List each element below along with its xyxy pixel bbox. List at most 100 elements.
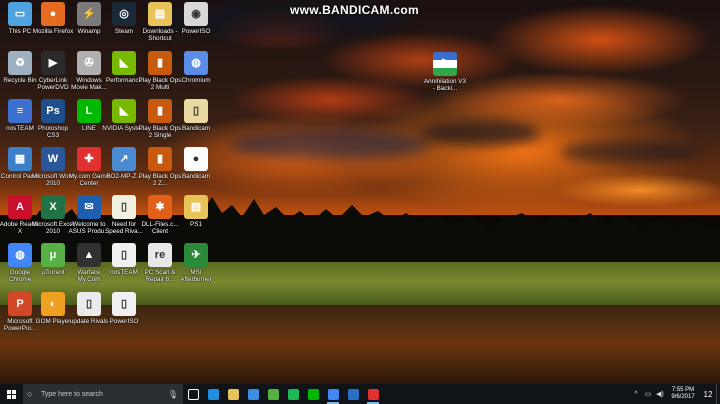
desktop-icon[interactable]: ▲ Warface My.Com — [69, 243, 109, 284]
bandicam-watermark: www.BANDICAM.com — [290, 3, 420, 17]
show-desktop-button[interactable] — [716, 384, 720, 404]
desktop-icon[interactable]: ▮ Play Black Ops 2 Multi — [139, 51, 181, 92]
taskbar-app[interactable] — [243, 384, 263, 404]
gom-icon: ◐ — [41, 292, 65, 316]
shortcut-icon: ↗ — [112, 147, 136, 171]
file-icon: ▯ — [77, 292, 101, 316]
app-icon: ≡ — [8, 99, 32, 123]
powerpoint-icon: P — [8, 292, 32, 316]
taskbar-app[interactable] — [183, 384, 203, 404]
taskbar-app[interactable] — [283, 384, 303, 404]
utorrent-icon — [267, 388, 279, 400]
desktop-icon[interactable]: ▮ Play Black Ops 2 Single — [139, 99, 181, 140]
folder-icon: ▤ — [148, 2, 172, 26]
film-icon: ✇ — [77, 51, 101, 75]
desktop-icon[interactable]: ✇ Windows Movie Mak... — [69, 51, 109, 92]
afterburner-icon: ✈ — [184, 243, 208, 267]
repair-icon: re — [148, 243, 172, 267]
action-center-icon[interactable]: 12 — [700, 390, 716, 399]
desktop-icon-label: PowerISO — [181, 28, 211, 35]
powerdvd-icon: ▶ — [41, 51, 65, 75]
taskbar: ○ Type here to search 🎙 ^ ▭ ◀) 7:55 PM 9… — [0, 384, 720, 404]
desktop-icon[interactable]: ▯ PowerISO — [104, 292, 144, 325]
search-box[interactable]: ○ Type here to search 🎙 — [23, 384, 183, 404]
clock[interactable]: 7:55 PM 9/6/2017 — [666, 387, 700, 401]
nvidia-icon: ◣ — [112, 99, 136, 123]
recycle-bin-icon: ♻ — [8, 51, 32, 75]
desktop-icon-annihilation[interactable]: ⚑ Annihilation V3 - Backi... — [423, 52, 466, 93]
taskbar-app[interactable] — [203, 384, 223, 404]
desktop-icon[interactable]: ▤ Downloads - Shortcut — [140, 2, 180, 43]
dark-cloud — [420, 120, 540, 146]
firefox-icon: ● — [41, 2, 65, 26]
desktop-icon-label: MSI Afterburner — [180, 269, 212, 284]
nvidia-icon: ◣ — [112, 51, 136, 75]
file-icon: ▯ — [184, 99, 208, 123]
desktop-icon[interactable]: ▯ Bandicam — [176, 99, 216, 132]
gamepad-icon: ✚ — [77, 147, 101, 171]
taskbar-app[interactable] — [263, 384, 283, 404]
file-icon: ▯ — [112, 195, 136, 219]
line-icon: L — [77, 99, 101, 123]
microphone-icon[interactable]: 🎙 — [168, 390, 178, 399]
clock-date: 9/6/2017 — [671, 394, 695, 400]
taskbar-app[interactable] — [363, 384, 383, 404]
file-icon: ▯ — [112, 292, 136, 316]
game-icon: ▮ — [148, 99, 172, 123]
computer-icon: ▭ — [8, 2, 32, 26]
start-button[interactable] — [0, 384, 22, 404]
utorrent-icon: μ — [41, 243, 65, 267]
desktop-icon[interactable]: ✱ DLL-Files.c... Client — [140, 195, 180, 236]
taskbar-app[interactable] — [343, 384, 363, 404]
chromium-icon: ◍ — [184, 51, 208, 75]
excel-icon: X — [41, 195, 65, 219]
edge-icon — [207, 388, 219, 400]
chrome-icon: ◍ — [8, 243, 32, 267]
taskbar-app[interactable] — [323, 384, 343, 404]
desktop-icon-label: Bandicam — [181, 173, 210, 180]
warface-icon: ▲ — [77, 243, 101, 267]
game-icon: ▮ — [148, 147, 172, 171]
desktop-icon[interactable]: ▮ Play Black Ops 2 Z... — [139, 147, 181, 188]
control-panel-icon: ▦ — [8, 147, 32, 171]
windows-logo-icon — [6, 389, 16, 399]
task-view-icon — [187, 388, 199, 400]
bandicam-icon — [367, 388, 379, 400]
notification-count: 12 — [703, 389, 713, 399]
taskbar-app[interactable] — [223, 384, 243, 404]
desktop-icon-label: Bandicam — [181, 125, 210, 132]
photoshop-icon: Ps — [41, 99, 65, 123]
desktop-icon[interactable]: ◍ Chromium — [176, 51, 216, 84]
network-icon[interactable]: ▭ — [643, 390, 653, 398]
chrome-icon — [327, 388, 339, 400]
desktop-icon-label: PS1 — [190, 221, 202, 228]
desktop-icon[interactable]: ◉ PowerISO — [176, 2, 216, 35]
system-tray: ^ ▭ ◀) 7:55 PM 9/6/2017 12 — [630, 384, 720, 404]
game-icon: ▮ — [148, 51, 172, 75]
desktop-icon[interactable]: ● Bandicam — [176, 147, 216, 180]
desktop-icon[interactable]: ✚ My.com Game Center — [69, 147, 109, 188]
spotify-icon — [287, 388, 299, 400]
app-icon — [347, 388, 359, 400]
store-icon — [247, 388, 259, 400]
taskbar-app[interactable] — [303, 384, 323, 404]
record-icon: ● — [184, 147, 208, 171]
search-placeholder: Type here to search — [41, 390, 103, 398]
tray-chevron-icon[interactable]: ^ — [631, 391, 641, 398]
desktop-icon-label: Chromium — [181, 77, 211, 84]
desktop-icon-label: Annihilation V3 - Backi... — [423, 78, 466, 93]
dark-cloud — [560, 140, 700, 164]
volume-icon[interactable]: ◀) — [655, 390, 665, 398]
desktop-icon[interactable]: ✈ MSI Afterburner — [176, 243, 216, 284]
word-icon: W — [41, 147, 65, 171]
file-explorer-icon — [227, 388, 239, 400]
clock-time: 7:55 PM — [671, 387, 695, 393]
taskbar-apps — [183, 384, 383, 404]
gear-icon: ✱ — [148, 195, 172, 219]
desktop-icon[interactable]: Ps Photoshop CS3 — [33, 99, 73, 140]
winamp-icon: ⚡ — [77, 2, 101, 26]
desktop-icon[interactable]: ▤ PS1 — [176, 195, 216, 228]
pdf-icon: A — [8, 195, 32, 219]
dark-cloud — [230, 130, 430, 160]
desktop-icon-label: PowerISO — [109, 318, 139, 325]
